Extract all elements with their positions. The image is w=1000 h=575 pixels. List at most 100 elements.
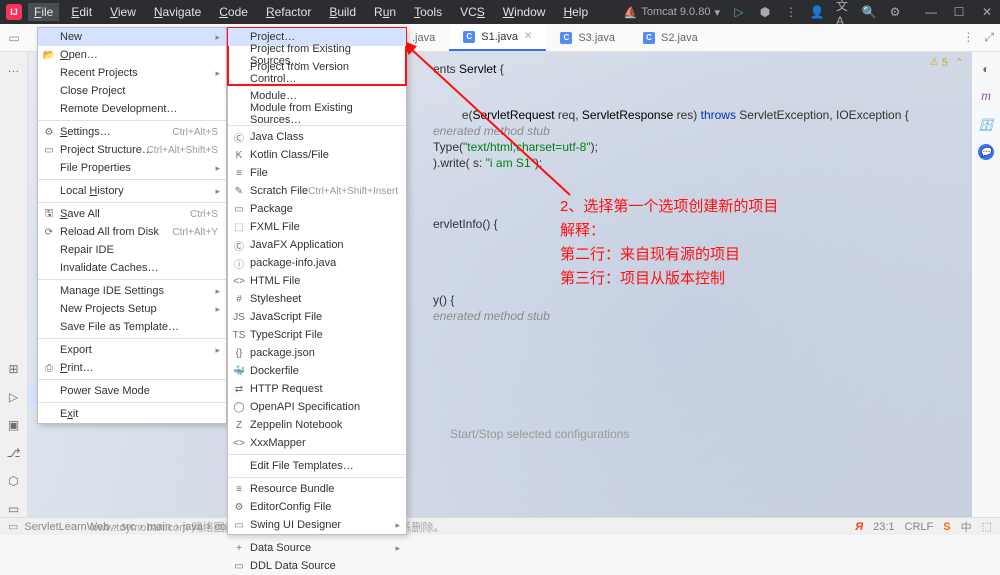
menu-item-power-save-mode[interactable]: Power Save Mode bbox=[38, 382, 226, 400]
menu-run[interactable]: Run bbox=[368, 3, 402, 21]
main-menubar: IJ File Edit View Navigate Code Refactor… bbox=[0, 0, 1000, 24]
new-item-openapi-specification[interactable]: ◯OpenAPI Specification bbox=[228, 398, 406, 416]
assistant-icon[interactable]: 💬 bbox=[978, 144, 994, 160]
new-item-java-class[interactable]: ⒸJava Class bbox=[228, 128, 406, 146]
run-config-selector[interactable]: ⛵ Tomcat 9.0.80 ▾ bbox=[624, 6, 720, 19]
menu-vcs[interactable]: VCS bbox=[454, 3, 491, 21]
menu-item-new-projects-setup[interactable]: New Projects Setup▸ bbox=[38, 300, 226, 318]
new-item-edit-file-templates-[interactable]: Edit File Templates… bbox=[228, 457, 406, 475]
menu-item-exit[interactable]: Exit bbox=[38, 405, 226, 423]
new-item-ddl-data-source[interactable]: ▭DDL Data Source bbox=[228, 557, 406, 575]
maximize-button[interactable]: ☐ bbox=[952, 5, 966, 19]
menu-item-save-all[interactable]: 🖫Save AllCtrl+S bbox=[38, 205, 226, 223]
menu-navigate[interactable]: Navigate bbox=[148, 3, 207, 21]
new-item-package-info-java[interactable]: ⓘpackage-info.java bbox=[228, 254, 406, 272]
submenu-arrow-icon: ▸ bbox=[215, 345, 220, 356]
new-item-scratch-file[interactable]: ✎Scratch FileCtrl+Alt+Shift+Insert bbox=[228, 182, 406, 200]
new-item-javascript-file[interactable]: JSJavaScript File bbox=[228, 308, 406, 326]
menu-row-icon: 📂 bbox=[42, 50, 56, 61]
maven-icon[interactable]: m bbox=[977, 88, 995, 106]
menu-refactor[interactable]: Refactor bbox=[260, 3, 317, 21]
menu-item-print-[interactable]: ⎙Print… bbox=[38, 359, 226, 377]
menu-item-reload-all-from-disk[interactable]: ⟳Reload All from DiskCtrl+Alt+Y bbox=[38, 223, 226, 241]
tab-s1[interactable]: C S1.java ✕ bbox=[449, 24, 546, 51]
new-item-http-request[interactable]: ⇄HTTP Request bbox=[228, 380, 406, 398]
new-item-swing-ui-designer[interactable]: ▭Swing UI Designer▸ bbox=[228, 516, 406, 534]
ime-status[interactable]: 中 bbox=[961, 519, 972, 535]
status-icon[interactable]: ▭ bbox=[8, 520, 18, 533]
ai-icon[interactable]: ◐ bbox=[977, 60, 995, 78]
project-toggle-icon[interactable]: ▭ bbox=[6, 30, 22, 46]
menu-tools[interactable]: Tools bbox=[408, 3, 448, 21]
new-item-stylesheet[interactable]: #Stylesheet bbox=[228, 290, 406, 308]
extra-icon[interactable]: ⬚ bbox=[982, 520, 992, 533]
menu-item-manage-ide-settings[interactable]: Manage IDE Settings▸ bbox=[38, 282, 226, 300]
menu-build[interactable]: Build bbox=[323, 3, 362, 21]
menu-row-icon: ▭ bbox=[42, 145, 56, 156]
build-icon[interactable]: ▭ bbox=[6, 501, 22, 517]
line-ending[interactable]: CRLF bbox=[905, 521, 934, 533]
new-item-kotlin-class-file[interactable]: KKotlin Class/File bbox=[228, 146, 406, 164]
terminal-icon[interactable]: ▣ bbox=[6, 417, 22, 433]
expand-icon[interactable]: ⤢ bbox=[984, 30, 994, 45]
tab-options-icon[interactable]: ⋮ bbox=[962, 30, 974, 45]
menu-item-settings-[interactable]: ⚙Settings…Ctrl+Alt+S bbox=[38, 123, 226, 141]
translate-icon[interactable]: 文A bbox=[836, 5, 850, 19]
close-tab-icon[interactable]: ✕ bbox=[524, 31, 532, 42]
new-item-typescript-file[interactable]: TSTypeScript File bbox=[228, 326, 406, 344]
new-item-package-json[interactable]: {}package.json bbox=[228, 344, 406, 362]
database-icon[interactable]: 🗄 bbox=[977, 116, 995, 134]
menu-item-project-structure-[interactable]: ▭Project Structure…Ctrl+Alt+Shift+S bbox=[38, 141, 226, 159]
menu-item-open-[interactable]: 📂Open… bbox=[38, 46, 226, 64]
new-item-fxml-file[interactable]: ⬚FXML File bbox=[228, 218, 406, 236]
new-item-javafx-application[interactable]: ⒸJavaFX Application bbox=[228, 236, 406, 254]
new-item-dockerfile[interactable]: 🐳Dockerfile bbox=[228, 362, 406, 380]
menu-code[interactable]: Code bbox=[213, 3, 254, 21]
menu-edit[interactable]: Edit bbox=[65, 3, 98, 21]
new-item-module-from-existing-sources-[interactable]: Module from Existing Sources… bbox=[228, 105, 406, 123]
new-item-xxxmapper[interactable]: <>XxxMapper bbox=[228, 434, 406, 452]
problems-icon[interactable]: ⬡ bbox=[6, 473, 22, 489]
new-item-html-file[interactable]: <>HTML File bbox=[228, 272, 406, 290]
menu-item-file-properties[interactable]: File Properties▸ bbox=[38, 159, 226, 177]
menu-view[interactable]: View bbox=[104, 3, 142, 21]
new-item-file[interactable]: ≡File bbox=[228, 164, 406, 182]
menu-item-save-file-as-template-[interactable]: Save File as Template… bbox=[38, 318, 226, 336]
settings-icon[interactable]: ⚙ bbox=[888, 5, 902, 19]
menu-item-new[interactable]: New▸ bbox=[38, 28, 226, 46]
user-icon[interactable]: 👤 bbox=[810, 5, 824, 19]
sogou-icon[interactable]: S bbox=[943, 521, 950, 533]
menu-help[interactable]: Help bbox=[557, 3, 594, 21]
menu-item-repair-ide[interactable]: Repair IDE bbox=[38, 241, 226, 259]
menu-item-local-history[interactable]: Local History▸ bbox=[38, 182, 226, 200]
menu-file[interactable]: File bbox=[28, 3, 59, 21]
menu-item-recent-projects[interactable]: Recent Projects▸ bbox=[38, 64, 226, 82]
tab-s2[interactable]: C S2.java bbox=[629, 24, 712, 51]
close-window-button[interactable]: ✕ bbox=[980, 5, 994, 19]
new-item-package[interactable]: ▭Package bbox=[228, 200, 406, 218]
git-icon[interactable]: ⎇ bbox=[6, 445, 22, 461]
new-item-editorconfig-file[interactable]: ⚙EditorConfig File bbox=[228, 498, 406, 516]
problems-badge[interactable]: 5⌃ bbox=[930, 56, 964, 69]
menu-item-remote-development-[interactable]: Remote Development… bbox=[38, 100, 226, 118]
menu-window[interactable]: Window bbox=[497, 3, 552, 21]
structure-icon[interactable]: ⊞ bbox=[6, 361, 22, 377]
bookmarks-icon[interactable]: … bbox=[6, 60, 22, 76]
tab-s3[interactable]: C S3.java bbox=[546, 24, 629, 51]
menu-item-invalidate-caches-[interactable]: Invalidate Caches… bbox=[38, 259, 226, 277]
minimize-button[interactable]: — bbox=[924, 5, 938, 19]
more-actions-icon[interactable]: ⋮ bbox=[784, 5, 798, 19]
cursor-position[interactable]: 23:1 bbox=[873, 521, 894, 533]
new-item-zeppelin-notebook[interactable]: ZZeppelin Notebook bbox=[228, 416, 406, 434]
new-item-data-source[interactable]: +Data Source▸ bbox=[228, 539, 406, 557]
menu-item-close-project[interactable]: Close Project bbox=[38, 82, 226, 100]
run-button[interactable]: ▷ bbox=[732, 5, 746, 19]
debug-button[interactable]: ⬢ bbox=[758, 5, 772, 19]
new-item-resource-bundle[interactable]: ≡Resource Bundle bbox=[228, 480, 406, 498]
services-icon[interactable]: ▷ bbox=[6, 389, 22, 405]
menu-item-export[interactable]: Export▸ bbox=[38, 341, 226, 359]
menu-row-icon: <> bbox=[232, 438, 246, 449]
new-item-project-from-version-control-[interactable]: Project from Version Control… bbox=[228, 64, 406, 82]
yandex-icon[interactable]: Я bbox=[855, 521, 863, 533]
search-icon[interactable]: 🔍 bbox=[862, 5, 876, 19]
